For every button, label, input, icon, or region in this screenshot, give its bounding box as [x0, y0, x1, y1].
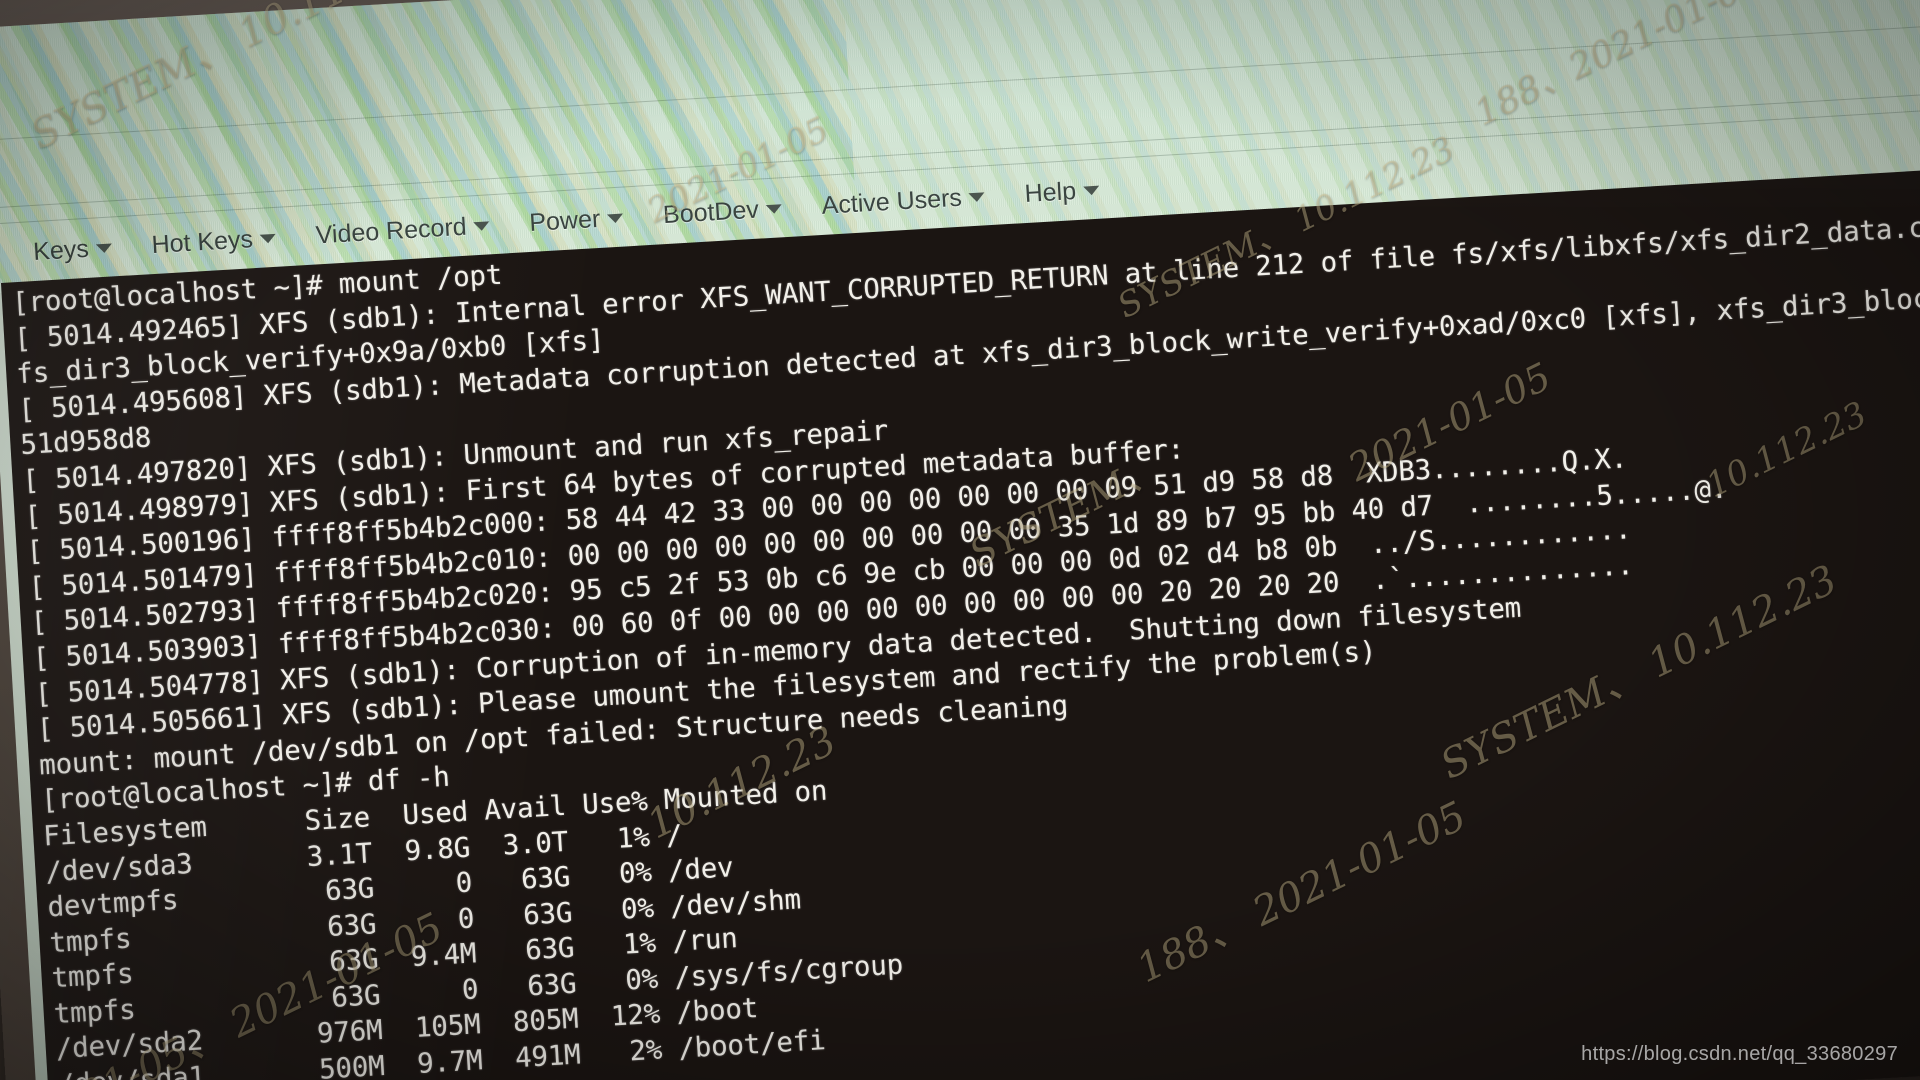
terminal-output: [root@localhost ~]# mount /opt[ 5014.492…	[1, 164, 1920, 1080]
menu-item-power[interactable]: Power	[509, 202, 644, 239]
menu-item-label: Video Record	[314, 212, 468, 249]
menu-item-label: Power	[528, 204, 601, 237]
menu-item-bootdev[interactable]: BootDev	[642, 193, 802, 231]
menu-item-label: Help	[1023, 176, 1077, 208]
monitor-screen-panel: Keys Hot Keys Video Record Power BootDev	[0, 0, 1920, 1080]
menu-item-label: Active Users	[820, 183, 963, 220]
chevron-down-icon	[968, 191, 986, 202]
menu-item-help[interactable]: Help	[1004, 174, 1120, 210]
menu-item-video-record[interactable]: Video Record	[295, 210, 510, 251]
chevron-down-icon	[765, 203, 783, 214]
chevron-down-icon	[259, 233, 277, 244]
console-viewport[interactable]: [root@localhost ~]# mount /opt[ 5014.492…	[0, 164, 1920, 1080]
console-content: [root@localhost ~]# mount /opt[ 5014.492…	[1, 164, 1920, 1080]
photographed-monitor-scene: Keys Hot Keys Video Record Power BootDev	[0, 0, 1920, 1080]
chevron-down-icon	[1082, 185, 1100, 196]
menu-item-keys[interactable]: Keys	[12, 232, 132, 268]
menu-item-label: BootDev	[662, 195, 760, 229]
csdn-watermark: https://blog.csdn.net/qq_33680297	[1581, 1043, 1898, 1065]
chevron-down-icon	[473, 220, 490, 231]
menu-item-label: Keys	[32, 234, 90, 266]
menu-item-active-users[interactable]: Active Users	[801, 181, 1006, 222]
menu-item-hot-keys[interactable]: Hot Keys	[131, 222, 297, 261]
menu-item-label: Hot Keys	[150, 224, 254, 259]
chevron-down-icon	[95, 242, 112, 253]
chevron-down-icon	[606, 213, 624, 223]
window-divider-line	[0, 20, 1920, 143]
